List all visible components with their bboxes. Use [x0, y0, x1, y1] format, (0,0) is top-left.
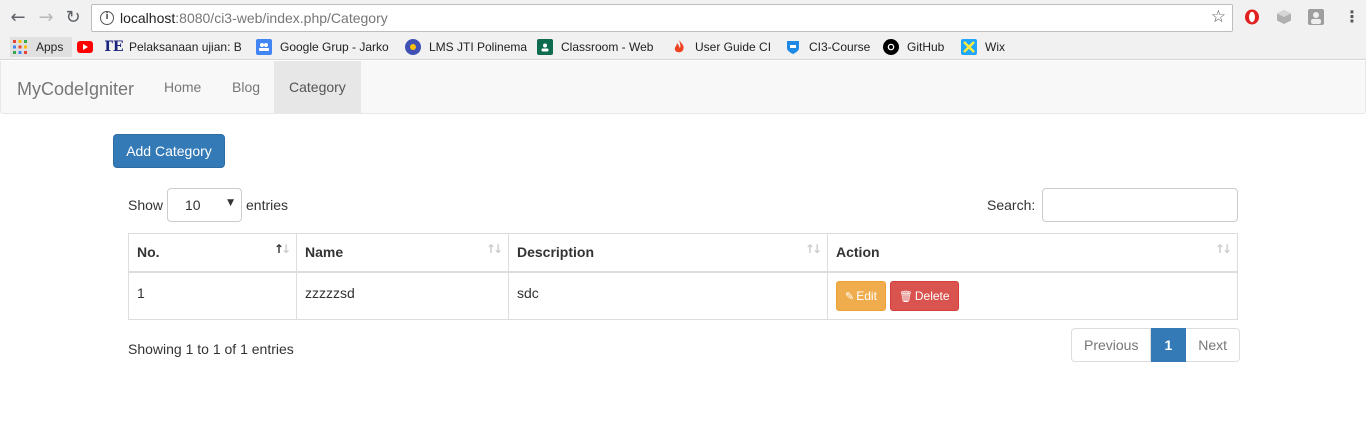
bookmark-wix[interactable]: Wix: [961, 39, 1005, 55]
polinema-seal-icon: [405, 39, 421, 55]
browser-toolbar: ← → ↻ i localhost:8080/ci3-web/index.php…: [0, 0, 1366, 35]
bookmarks-bar: Apps TE Pelaksanaan ujian: Ba Google Gru…: [0, 35, 1366, 60]
forward-arrow-icon[interactable]: →: [36, 7, 56, 28]
column-header-action[interactable]: Action ↑↓: [827, 233, 1238, 273]
google-groups-icon: [256, 39, 272, 55]
sort-icon: ↑↓: [1214, 242, 1232, 256]
opera-extension-icon[interactable]: [1244, 9, 1260, 25]
profile-extension-icon[interactable]: [1308, 9, 1324, 25]
pagination-previous[interactable]: Previous: [1071, 328, 1152, 362]
column-header-name[interactable]: Name ↑↓: [296, 233, 509, 273]
bookmark-pelaksanaan-ujian[interactable]: TE Pelaksanaan ujian: Ba: [105, 39, 241, 55]
pagination: Previous 1 Next: [1071, 328, 1241, 362]
entries-length-select[interactable]: 10 ▼: [167, 188, 242, 222]
bookmark-star-icon[interactable]: ☆: [1211, 7, 1226, 27]
sort-icon: ↑↓: [485, 242, 503, 256]
search-input[interactable]: [1042, 188, 1238, 222]
github-icon: [883, 39, 899, 55]
bookmark-youtube[interactable]: [77, 39, 101, 55]
shield-icon: [785, 39, 801, 55]
cell-description: sdc: [508, 271, 828, 320]
entries-length-value: 10: [185, 197, 201, 213]
te-logo-icon: TE: [105, 39, 124, 55]
url-text[interactable]: localhost:8080/ci3-web/index.php/Categor…: [120, 10, 388, 26]
back-arrow-icon[interactable]: ←: [8, 7, 28, 28]
table-row: 1 zzzzzsd sdc ✎ Edit 🗑 Delete: [128, 271, 1238, 320]
reload-icon[interactable]: ↻: [63, 7, 83, 28]
cell-action: ✎ Edit 🗑 Delete: [827, 271, 1238, 320]
apps-grid-icon: [12, 39, 28, 55]
table-info: Showing 1 to 1 of 1 entries: [128, 341, 294, 357]
sort-asc-icon: ↑↓: [273, 242, 291, 256]
entries-label: entries: [246, 197, 289, 213]
nav-home[interactable]: Home: [149, 61, 216, 113]
edit-button[interactable]: ✎ Edit: [836, 280, 886, 311]
chevron-down-icon: ▼: [227, 198, 234, 208]
delete-button[interactable]: 🗑 Delete: [889, 280, 959, 311]
column-header-no[interactable]: No. ↑↓: [128, 233, 297, 273]
info-icon[interactable]: i: [100, 11, 114, 25]
search-label: Search:: [987, 197, 1036, 213]
classroom-icon: [537, 39, 553, 55]
codeigniter-flame-icon: [671, 39, 687, 55]
table-header-row: No. ↑↓ Name ↑↓ Description ↑↓ Action ↑↓: [128, 233, 1238, 273]
cell-no: 1: [128, 271, 297, 320]
show-label: Show: [128, 197, 164, 213]
wix-icon: [961, 39, 977, 55]
nav-category[interactable]: Category: [274, 61, 361, 113]
column-header-description[interactable]: Description ↑↓: [508, 233, 828, 273]
pagination-next[interactable]: Next: [1186, 328, 1241, 362]
bookmark-user-guide-ci[interactable]: User Guide CI: [671, 39, 771, 55]
cell-name: zzzzzsd: [296, 271, 509, 320]
bookmark-apps[interactable]: Apps: [10, 37, 72, 57]
add-category-button[interactable]: Add Category: [113, 134, 225, 168]
trash-icon: 🗑: [898, 289, 913, 303]
more-menu-icon[interactable]: ⋮: [1344, 7, 1360, 26]
bookmark-google-grup[interactable]: Google Grup - Jarko: [256, 39, 392, 55]
bookmark-classroom[interactable]: Classroom - Web: [537, 39, 653, 55]
pencil-icon: ✎: [845, 289, 855, 303]
site-navbar: MyCodeIgniter Home Blog Category: [0, 61, 1366, 114]
bookmark-lms-jti-polinema[interactable]: LMS JTI Polinema: [405, 39, 527, 55]
address-bar[interactable]: i localhost:8080/ci3-web/index.php/Categ…: [91, 4, 1233, 32]
youtube-icon: [77, 39, 93, 55]
category-table: No. ↑↓ Name ↑↓ Description ↑↓ Action ↑↓ …: [128, 233, 1238, 320]
brand-link[interactable]: MyCodeIgniter: [17, 79, 134, 100]
sort-icon: ↑↓: [804, 242, 822, 256]
cube-extension-icon[interactable]: [1276, 9, 1292, 25]
bookmark-github[interactable]: GitHub: [883, 39, 944, 55]
bookmark-ci3-course[interactable]: CI3-Course: [785, 39, 870, 55]
pagination-page-1[interactable]: 1: [1151, 328, 1187, 362]
nav-blog[interactable]: Blog: [217, 61, 275, 113]
